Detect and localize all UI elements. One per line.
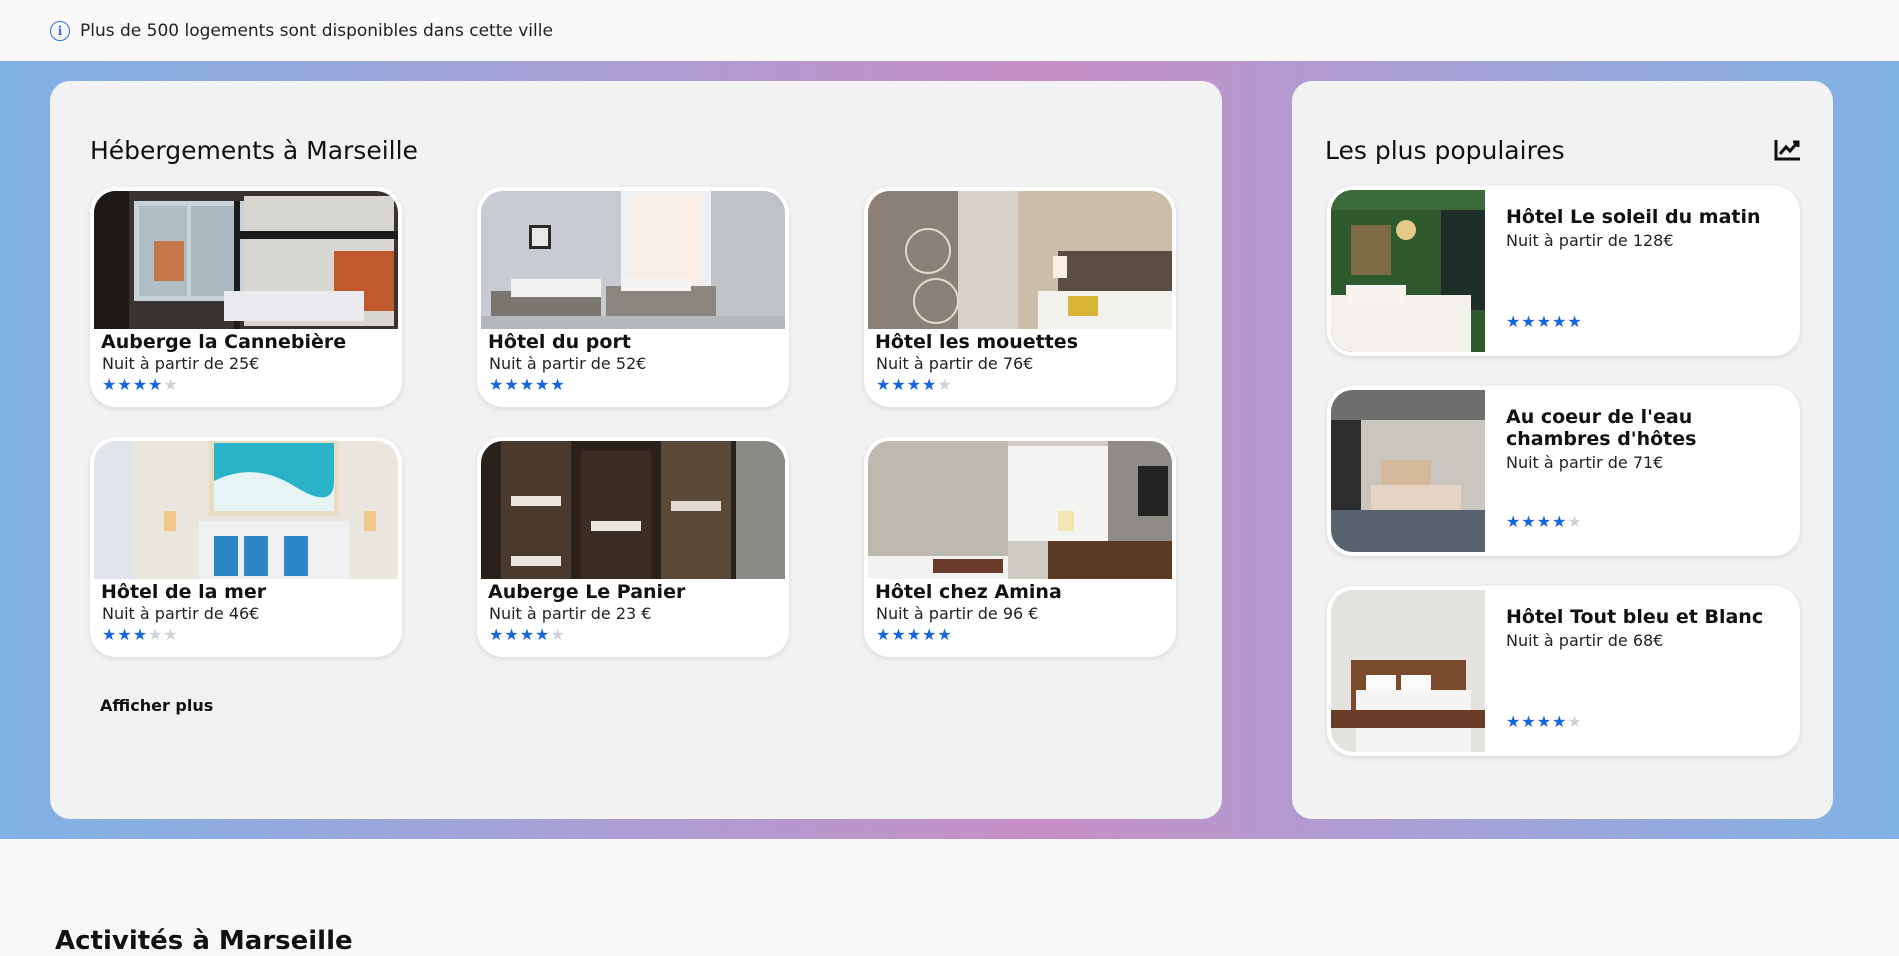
star-rating: ★ ★ ★ ★ ★ xyxy=(876,377,952,393)
hotel-photo xyxy=(481,441,785,579)
star-icon: ★ xyxy=(117,625,132,644)
hotel-photo xyxy=(868,441,1172,579)
star-icon: ★ xyxy=(489,625,504,644)
star-icon: ★ xyxy=(1552,512,1567,531)
star-icon: ★ xyxy=(891,375,906,394)
popular-title: Les plus populaires xyxy=(1325,136,1565,165)
star-rating: ★ ★ ★ ★ ★ xyxy=(1506,314,1582,330)
star-icon: ★ xyxy=(1567,712,1582,731)
star-rating: ★ ★ ★ ★ ★ xyxy=(1506,514,1582,530)
hotel-price: Nuit à partir de 71€ xyxy=(1506,453,1664,472)
star-rating: ★ ★ ★ ★ ★ xyxy=(489,627,565,643)
hotel-price: Nuit à partir de 46€ xyxy=(102,604,260,623)
star-icon: ★ xyxy=(550,625,565,644)
hotel-price: Nuit à partir de 128€ xyxy=(1506,231,1674,250)
star-icon: ★ xyxy=(922,375,937,394)
star-icon: ★ xyxy=(922,625,937,644)
star-icon: ★ xyxy=(504,625,519,644)
star-icon: ★ xyxy=(519,625,535,644)
star-icon: ★ xyxy=(504,375,519,394)
star-icon: ★ xyxy=(1552,712,1567,731)
hotel-price: Nuit à partir de 23 € xyxy=(489,604,652,623)
hotel-price: Nuit à partir de 96 € xyxy=(876,604,1039,623)
star-icon: ★ xyxy=(937,625,952,644)
accommodations-title: Hébergements à Marseille xyxy=(90,136,418,165)
star-icon: ★ xyxy=(937,375,952,394)
star-icon: ★ xyxy=(1536,712,1552,731)
hotel-card[interactable]: Auberge la Cannebière Nuit à partir de 2… xyxy=(90,187,402,407)
popular-hotel-card[interactable]: Hôtel Le soleil du matin Nuit à partir d… xyxy=(1327,186,1800,356)
hotel-photo xyxy=(94,191,398,329)
star-icon: ★ xyxy=(1521,712,1536,731)
star-rating: ★ ★ ★ ★ ★ xyxy=(1506,714,1582,730)
hotel-photo xyxy=(1331,190,1485,352)
info-text: Plus de 500 logements sont disponibles d… xyxy=(80,20,553,41)
hotel-card[interactable]: Hôtel les mouettes Nuit à partir de 76€ … xyxy=(864,187,1176,407)
star-icon: ★ xyxy=(489,375,504,394)
star-icon: ★ xyxy=(102,625,117,644)
hotel-name: Auberge Le Panier xyxy=(488,581,686,603)
star-icon: ★ xyxy=(891,625,906,644)
star-icon: ★ xyxy=(1536,512,1552,531)
star-icon: ★ xyxy=(1521,312,1536,331)
hotel-card[interactable]: Auberge Le Panier Nuit à partir de 23 € … xyxy=(477,437,789,657)
popular-hotel-card[interactable]: Au coeur de l'eau chambres d'hôtes Nuit … xyxy=(1327,386,1800,556)
star-icon: ★ xyxy=(1536,312,1552,331)
star-icon: ★ xyxy=(163,375,178,394)
star-rating: ★ ★ ★ ★ ★ xyxy=(102,377,178,393)
hotel-photo xyxy=(1331,390,1485,552)
star-icon: ★ xyxy=(117,375,132,394)
popular-hotel-card[interactable]: Hôtel Tout bleu et Blanc Nuit à partir d… xyxy=(1327,586,1800,756)
hotel-price: Nuit à partir de 52€ xyxy=(489,354,647,373)
star-icon: ★ xyxy=(535,625,550,644)
trending-up-icon xyxy=(1774,140,1800,161)
hotel-price: Nuit à partir de 25€ xyxy=(102,354,260,373)
star-rating: ★ ★ ★ ★ ★ xyxy=(876,627,952,643)
hotel-card[interactable]: Hôtel chez Amina Nuit à partir de 96 € ★… xyxy=(864,437,1176,657)
hotel-name: Hôtel du port xyxy=(488,331,631,353)
hotel-name: Hôtel les mouettes xyxy=(875,331,1078,353)
star-icon: ★ xyxy=(132,375,148,394)
hotel-photo xyxy=(481,191,785,329)
star-icon: ★ xyxy=(1506,512,1521,531)
star-icon: ★ xyxy=(550,375,565,394)
star-icon: ★ xyxy=(1506,312,1521,331)
star-icon: ★ xyxy=(1552,312,1567,331)
star-icon: ★ xyxy=(1567,512,1582,531)
star-icon: ★ xyxy=(519,375,535,394)
star-icon: ★ xyxy=(906,375,922,394)
hotel-name: Hôtel de la mer xyxy=(101,581,267,603)
info-icon: i xyxy=(50,20,70,41)
star-icon: ★ xyxy=(163,625,178,644)
hotel-card[interactable]: Hôtel du port Nuit à partir de 52€ ★ ★ ★ ★ ★ xyxy=(477,187,789,407)
star-icon: ★ xyxy=(876,625,891,644)
hotel-card[interactable]: Hôtel de la mer Nuit à partir de 46€ ★ ★ ★… xyxy=(90,437,402,657)
star-rating: ★ ★ ★ ★ ★ xyxy=(102,627,178,643)
activities-title: Activités à Marseille xyxy=(55,926,353,956)
hotel-photo xyxy=(94,441,398,579)
star-icon: ★ xyxy=(1521,512,1536,531)
star-icon: ★ xyxy=(132,625,148,644)
star-icon: ★ xyxy=(1567,312,1582,331)
hotel-name: Hôtel Le soleil du matin xyxy=(1506,206,1761,228)
hotel-photo xyxy=(1331,590,1485,752)
hotel-price: Nuit à partir de 76€ xyxy=(876,354,1034,373)
info-bar: i Plus de 500 logements sont disponibles… xyxy=(0,0,1899,61)
hotel-price: Nuit à partir de 68€ xyxy=(1506,631,1664,650)
hotel-name: Hôtel chez Amina xyxy=(875,581,1062,603)
hotel-name: Hôtel Tout bleu et Blanc xyxy=(1506,606,1764,628)
star-icon: ★ xyxy=(1506,712,1521,731)
star-rating: ★ ★ ★ ★ ★ xyxy=(489,377,565,393)
hotel-name: Auberge la Cannebière xyxy=(101,331,347,353)
hotel-photo xyxy=(868,191,1172,329)
star-icon: ★ xyxy=(148,625,163,644)
star-icon: ★ xyxy=(906,625,922,644)
star-icon: ★ xyxy=(535,375,550,394)
show-more-link[interactable]: Afficher plus xyxy=(100,696,213,715)
star-icon: ★ xyxy=(148,375,163,394)
star-icon: ★ xyxy=(876,375,891,394)
star-icon: ★ xyxy=(102,375,117,394)
hotel-name: Au coeur de l'eau chambres d'hôtes xyxy=(1506,406,1697,450)
